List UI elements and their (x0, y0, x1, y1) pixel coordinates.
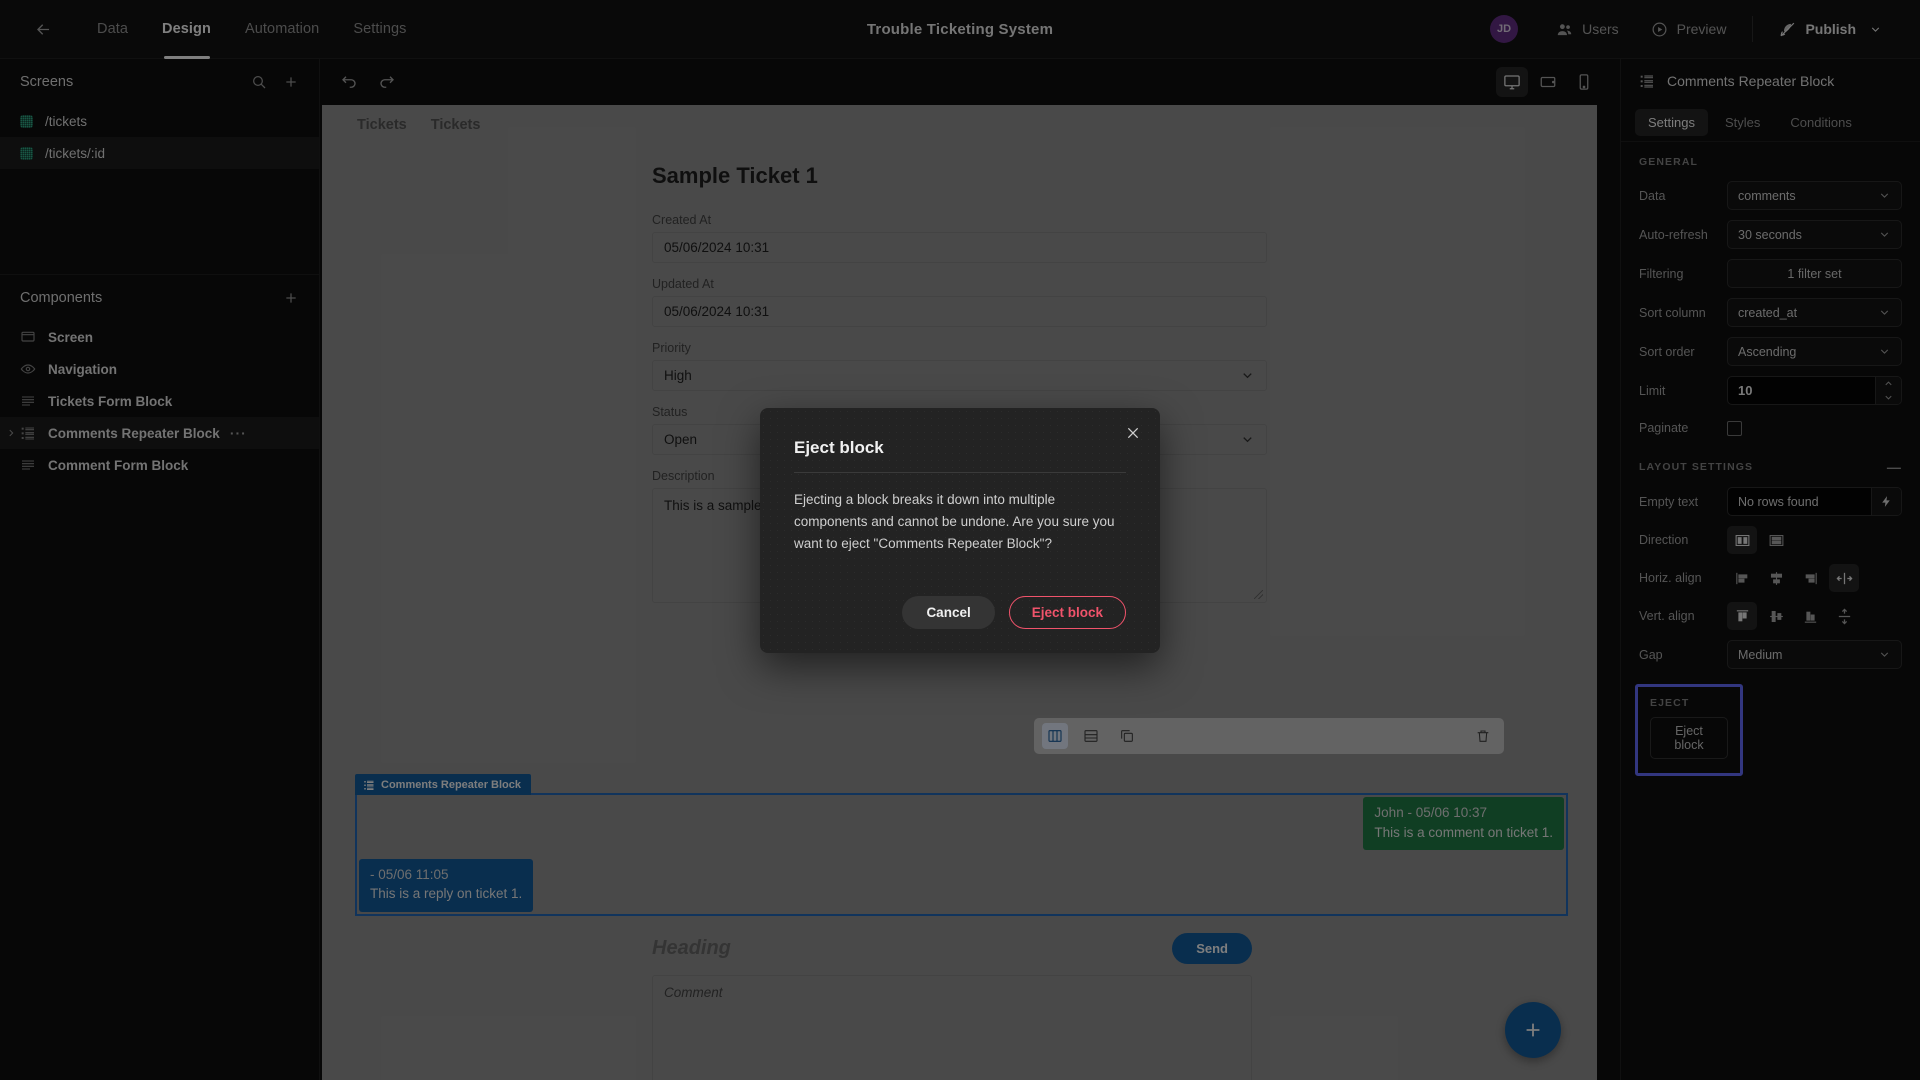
eject-block-modal: Eject block Ejecting a block breaks it d… (760, 408, 1160, 653)
modal-body-text: Ejecting a block breaks it down into mul… (794, 492, 1115, 551)
modal-actions: Cancel Eject block (902, 596, 1126, 629)
confirm-eject-button[interactable]: Eject block (1008, 596, 1126, 629)
close-icon[interactable] (1122, 422, 1144, 444)
modal-title: Eject block (794, 438, 884, 457)
cancel-button[interactable]: Cancel (902, 596, 995, 629)
